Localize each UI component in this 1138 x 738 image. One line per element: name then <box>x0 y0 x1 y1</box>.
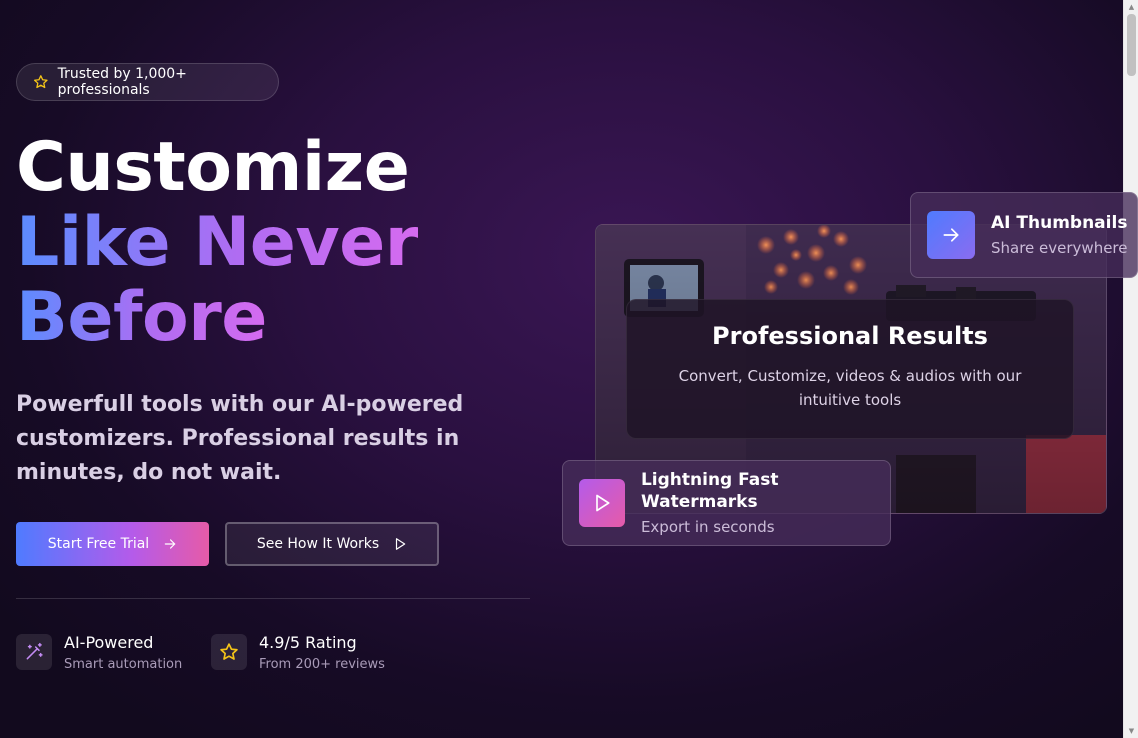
scroll-down-icon[interactable]: ▼ <box>1127 727 1136 735</box>
star-icon <box>211 634 247 670</box>
float-card-subtitle: Share everywhere <box>991 238 1128 257</box>
arrow-right-icon <box>927 211 975 259</box>
professional-results-card: Professional Results Convert, Customize,… <box>626 299 1074 439</box>
star-icon <box>33 75 48 89</box>
feature-title: AI-Powered <box>64 633 154 652</box>
badge-label: Trusted by 1,000+ professionals <box>57 66 187 98</box>
page-scrollbar[interactable]: ▲ ▼ <box>1123 0 1138 738</box>
float-card-title: Lightning Fast Watermarks <box>640 469 779 512</box>
float-card-subtitle: Export in seconds <box>640 517 775 536</box>
scrollbar-thumb[interactable] <box>1127 14 1136 76</box>
card-title: Professional Results <box>712 322 988 350</box>
card-description: Convert, Customize, videos & audios with… <box>678 367 1022 409</box>
feature-subtitle: From 200+ reviews <box>259 657 385 672</box>
hero-subtitle: Powerfull tools with our AI-powered cust… <box>16 392 464 485</box>
start-free-trial-label: Start Free Trial <box>47 536 150 552</box>
watermarks-card: Lightning Fast Watermarks Export in seco… <box>562 460 891 546</box>
scroll-up-icon[interactable]: ▲ <box>1127 3 1136 11</box>
feature-subtitle: Smart automation <box>64 657 183 672</box>
headline-line-1: Customize <box>16 128 410 207</box>
arrow-right-icon <box>164 539 176 549</box>
see-how-it-works-label: See How It Works <box>256 536 380 552</box>
headline-line-2: Like Never <box>16 203 418 282</box>
feature-ai-powered: AI-Powered Smart automation <box>16 633 183 675</box>
magic-wand-icon <box>16 634 52 670</box>
hero-headline: Customize Like Never Before <box>16 130 418 355</box>
float-card-title: AI Thumbnails <box>991 212 1128 233</box>
divider <box>16 598 530 599</box>
headline-line-3: Before <box>16 278 267 357</box>
see-how-it-works-button[interactable]: See How It Works <box>225 522 439 566</box>
start-free-trial-button[interactable]: Start Free Trial <box>16 522 209 566</box>
play-icon <box>396 538 406 550</box>
feature-title: 4.9/5 Rating <box>259 633 357 652</box>
trusted-badge: Trusted by 1,000+ professionals <box>16 63 279 101</box>
play-icon <box>579 479 625 527</box>
feature-rating: 4.9/5 Rating From 200+ reviews <box>211 633 385 675</box>
ai-thumbnails-card: AI Thumbnails Share everywhere <box>910 192 1138 278</box>
